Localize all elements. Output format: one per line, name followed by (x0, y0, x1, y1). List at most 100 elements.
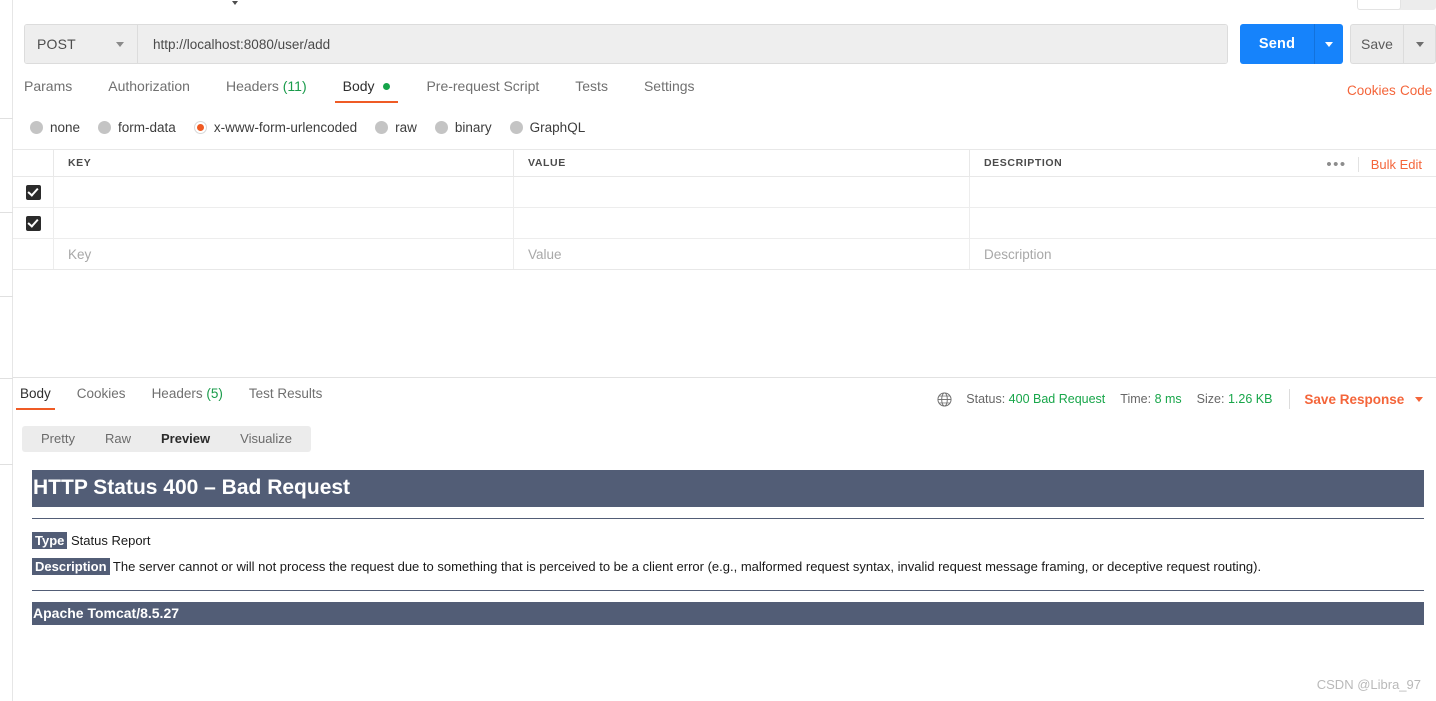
row-checkbox[interactable] (25, 215, 41, 231)
bulk-edit-link[interactable]: Bulk Edit (1359, 157, 1436, 172)
watermark: CSDN @Libra_97 (1316, 677, 1421, 692)
tab-label: Params (24, 78, 73, 94)
rail-tick (0, 296, 13, 297)
url-encoded-params-table: KEY VALUE DESCRIPTION ••• Bulk Edit Key … (13, 149, 1436, 270)
table-tools: ••• Bulk Edit (1315, 150, 1436, 178)
new-row-value-placeholder: Value (528, 246, 562, 262)
row-checkbox[interactable] (25, 184, 41, 200)
row-description-cell[interactable] (970, 177, 1436, 207)
tab-label: Pre-request Script (426, 78, 540, 94)
header-value-cell: VALUE (514, 150, 970, 176)
time-meta: Time: 8 ms (1120, 392, 1181, 406)
error-type-text: Status Report (71, 533, 151, 549)
row-checkbox-cell (13, 208, 54, 238)
tab-pre-request-script[interactable]: Pre-request Script (426, 78, 539, 103)
body-type-none[interactable]: none (30, 120, 80, 135)
status-value: 400 Bad Request (1008, 392, 1106, 406)
tab-label: Cookies (76, 386, 126, 401)
radio-icon (509, 120, 523, 134)
tab-headers[interactable]: Headers (11) (226, 78, 307, 103)
view-mode-preview[interactable]: Preview (146, 426, 225, 452)
tab-count: (5) (206, 386, 223, 401)
panel-divider[interactable] (13, 377, 1436, 378)
tab-tests[interactable]: Tests (575, 78, 608, 103)
tab-label: Tests (575, 78, 608, 94)
column-header-value: VALUE (528, 157, 566, 169)
tab-label: Headers (225, 78, 279, 94)
size-label: Size: (1196, 392, 1225, 406)
response-preview-content: HTTP Status 400 – Bad Request Type Statu… (32, 470, 1424, 626)
tab-authorization[interactable]: Authorization (108, 78, 190, 103)
radio-label: x-www-form-urlencoded (213, 119, 358, 135)
time-label: Time: (1120, 392, 1152, 406)
row-value-cell[interactable] (514, 208, 970, 238)
send-options-button[interactable] (1314, 24, 1343, 64)
column-header-description: DESCRIPTION (984, 157, 1063, 169)
send-button[interactable]: Send (1240, 24, 1314, 64)
error-page-title: HTTP Status 400 – Bad Request (32, 470, 1424, 508)
response-tab-test-results[interactable]: Test Results (247, 386, 325, 410)
url-input[interactable]: http://localhost:8080/user/add (138, 25, 1227, 63)
chevron-down-icon (116, 42, 124, 47)
new-row-checkbox-cell (13, 239, 54, 269)
table-row[interactable] (13, 177, 1436, 208)
more-options-icon[interactable]: ••• (1315, 156, 1359, 172)
new-row-key-input[interactable]: Key (54, 239, 514, 269)
body-type-x-www-form-urlencoded[interactable]: x-www-form-urlencoded (193, 119, 358, 135)
tab-count: (11) (282, 78, 307, 94)
save-options-button[interactable] (1403, 24, 1436, 64)
tab-label: Settings (643, 78, 695, 94)
rail-tick (0, 464, 13, 465)
radio-label: none (50, 119, 81, 135)
header-check-cell (13, 150, 54, 176)
code-link[interactable]: Code (1400, 83, 1432, 98)
error-description-text: The server cannot or will not process th… (112, 558, 1262, 574)
body-type-form-data[interactable]: form-data (98, 120, 176, 135)
response-view-mode-group: Pretty Raw Preview Visualize (22, 426, 311, 452)
error-type-tag: Type (32, 532, 68, 550)
body-type-binary[interactable]: binary (434, 120, 492, 135)
response-tab-body[interactable]: Body (16, 386, 55, 410)
rail-tick (0, 378, 13, 379)
status-meta: Status: 400 Bad Request (966, 392, 1105, 406)
radio-label: form-data (118, 119, 176, 135)
table-new-row[interactable]: Key Value Description (13, 239, 1436, 270)
radio-icon (375, 120, 389, 134)
view-mode-raw[interactable]: Raw (90, 426, 146, 452)
radio-icon (30, 120, 43, 134)
cookies-link[interactable]: Cookies (1347, 83, 1396, 98)
view-mode-visualize[interactable]: Visualize (225, 426, 307, 452)
row-checkbox-cell (13, 177, 54, 207)
tab-settings[interactable]: Settings (644, 78, 695, 103)
radio-label: raw (395, 119, 417, 135)
row-description-cell[interactable] (970, 208, 1436, 238)
table-row[interactable] (13, 208, 1436, 239)
new-row-value-input[interactable]: Value (514, 239, 970, 269)
error-page-rule (32, 590, 1424, 592)
row-value-cell[interactable] (514, 177, 970, 207)
tab-params[interactable]: Params (24, 78, 72, 103)
save-button[interactable]: Save (1350, 24, 1403, 64)
size-meta: Size: 1.26 KB (1197, 392, 1273, 406)
sidebar-rail (0, 0, 13, 701)
response-meta: Status: 400 Bad Request Time: 8 ms Size:… (937, 389, 1423, 409)
error-type-line: Type Status Report (32, 528, 1424, 553)
new-row-description-input[interactable]: Description (970, 239, 1436, 269)
response-tab-cookies[interactable]: Cookies (75, 386, 128, 410)
http-method-select[interactable]: POST (25, 25, 138, 63)
globe-icon[interactable] (937, 391, 952, 407)
row-key-cell[interactable] (54, 177, 514, 207)
tab-label: Body (342, 78, 375, 94)
url-text: http://localhost:8080/user/add (153, 36, 331, 52)
save-response-button[interactable]: Save Response (1304, 392, 1423, 407)
body-type-graphql[interactable]: GraphQL (509, 120, 585, 135)
row-key-cell[interactable] (54, 208, 514, 238)
response-tab-headers[interactable]: Headers (5) (150, 386, 225, 410)
top-chrome-stub-background (1397, 0, 1436, 10)
view-mode-pretty[interactable]: Pretty (26, 426, 90, 452)
meta-divider (1289, 389, 1291, 409)
tab-body[interactable]: Body (334, 78, 399, 103)
body-type-raw[interactable]: raw (375, 120, 417, 135)
tab-label: Headers (151, 386, 203, 401)
save-response-label: Save Response (1304, 391, 1405, 407)
